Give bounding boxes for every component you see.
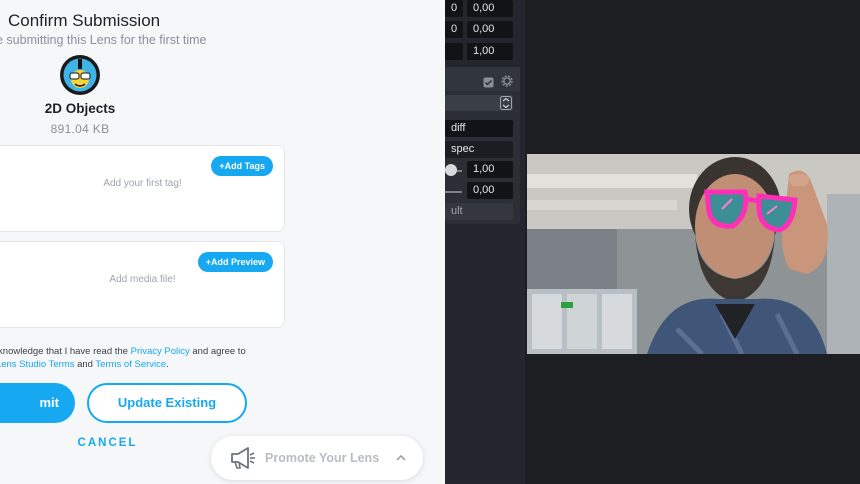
terms-of-service-link[interactable]: Terms of Service: [95, 359, 166, 370]
lens-avatar-icon: [60, 55, 100, 95]
megaphone-icon: [228, 446, 256, 475]
modal-title: Confirm Submission: [8, 11, 161, 30]
submission-modal: Confirm Submission e submitting this Len…: [0, 0, 445, 484]
promote-lens-label: Promote Your Lens: [265, 451, 380, 465]
dropdown-stepper-icon[interactable]: [500, 96, 512, 115]
legal-text-prefix: acknowledge that I have read the: [0, 346, 131, 357]
chevron-up-icon[interactable]: [395, 451, 407, 469]
inspector-field-2-left[interactable]: 0: [445, 21, 463, 38]
legal-text-middle: and agree to: [189, 346, 246, 357]
inspector-field-1[interactable]: 0,00: [467, 0, 513, 17]
lens-name: 2D Objects: [44, 101, 116, 116]
update-existing-button[interactable]: Update Existing: [87, 383, 247, 423]
lens-file-size: 891.04 KB: [50, 122, 110, 136]
modal-subtitle: e submitting this Lens for the first tim…: [0, 33, 207, 47]
media-card: +Add Preview Add media file!: [0, 241, 285, 328]
promote-lens-bar[interactable]: Promote Your Lens: [211, 436, 423, 480]
slider-value-2[interactable]: 0,00: [467, 182, 513, 199]
privacy-policy-link[interactable]: Privacy Policy: [131, 346, 190, 357]
spec-texture-field[interactable]: spec: [445, 141, 513, 158]
add-preview-button[interactable]: +Add Preview: [197, 252, 273, 272]
gear-icon[interactable]: [501, 74, 513, 92]
inspector-field-3[interactable]: 1,00: [467, 43, 513, 60]
media-placeholder[interactable]: Add media file!: [1, 274, 284, 285]
slider-value-1[interactable]: 1,00: [467, 161, 513, 178]
inspector-field-1-left[interactable]: 0: [445, 0, 463, 17]
slider-track-2[interactable]: [445, 191, 462, 193]
diff-texture-field[interactable]: diff: [445, 120, 513, 137]
submit-button[interactable]: mit: [0, 383, 75, 423]
add-tags-button[interactable]: +Add Tags: [211, 156, 273, 176]
enabled-checkbox-icon[interactable]: [483, 75, 494, 93]
lens-studio-terms-link[interactable]: Lens Studio Terms: [0, 359, 74, 370]
legal-text-suffix: .: [166, 359, 169, 370]
tags-card: +Add Tags Add your first tag!: [0, 145, 285, 232]
cancel-button[interactable]: CANCEL: [0, 437, 215, 449]
slider-knob-1[interactable]: [445, 164, 457, 176]
tags-placeholder[interactable]: Add your first tag!: [1, 178, 284, 189]
camera-preview-image: [527, 154, 860, 354]
legal-agreement-text: acknowledge that I have read the Privacy…: [0, 345, 268, 371]
default-field[interactable]: ult: [445, 203, 513, 220]
inspector-field-2[interactable]: 0,00: [467, 21, 513, 38]
inspector-field-3-left[interactable]: [445, 43, 463, 60]
legal-text-and: and: [74, 359, 96, 370]
